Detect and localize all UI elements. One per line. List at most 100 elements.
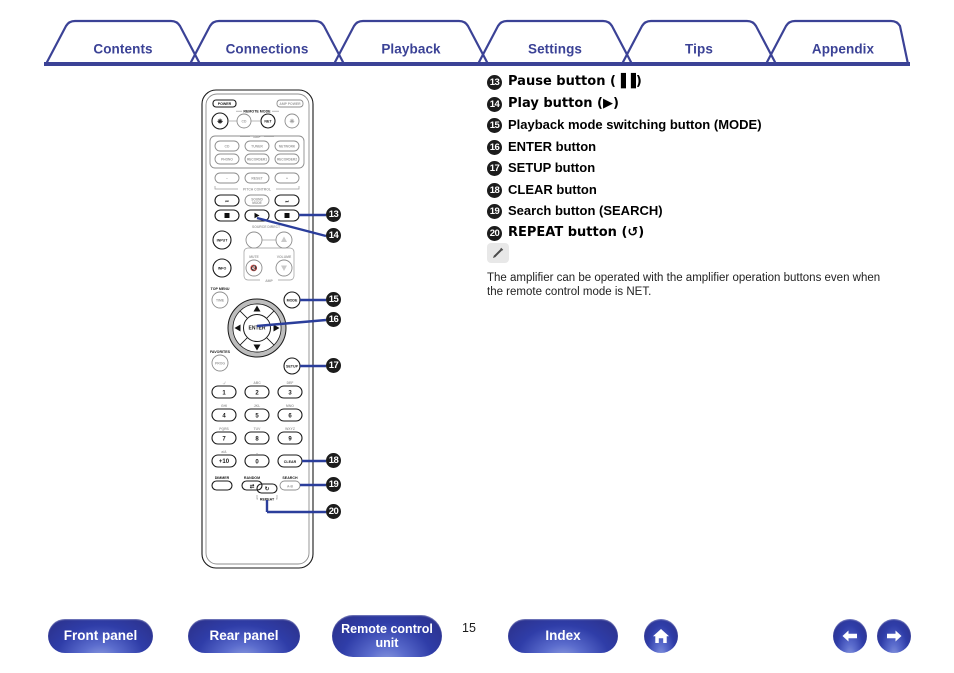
tab-contents[interactable]: Contents	[93, 42, 152, 57]
note-block: The amplifier can be operated with the a…	[487, 243, 907, 299]
svg-text:8: 8	[255, 437, 259, 443]
svg-text:AMP POWER: AMP POWER	[279, 102, 301, 106]
callout-18: 18	[326, 453, 341, 468]
svg-text:INFO: INFO	[218, 267, 227, 271]
callout-15: 15	[326, 292, 341, 307]
tab-tips[interactable]: Tips	[685, 42, 713, 57]
svg-text:TUV: TUV	[254, 427, 262, 431]
svg-text:⎈: ⎈	[290, 118, 295, 125]
item-label-search: Search button (SEARCH)	[508, 203, 663, 218]
svg-text:AMP: AMP	[253, 135, 261, 139]
tab-playback[interactable]: Playback	[381, 42, 440, 57]
rear-panel-button[interactable]: Rear panel	[188, 619, 300, 653]
note-text: The amplifier can be operated with the a…	[487, 272, 881, 298]
svg-text:TUNER: TUNER	[251, 145, 263, 149]
svg-text:ABC: ABC	[253, 381, 261, 385]
svg-text:PQRS: PQRS	[219, 427, 229, 431]
svg-text:CD: CD	[225, 145, 230, 149]
svg-text:REPEAT: REPEAT	[260, 497, 275, 501]
index-button[interactable]: Index	[508, 619, 618, 653]
remote-control-unit-label-line2: unit	[375, 636, 399, 650]
remote-control-unit-button[interactable]: Remote control unit	[332, 615, 442, 657]
svg-text:NETWORK: NETWORK	[279, 144, 296, 148]
svg-text:4: 4	[222, 414, 226, 420]
svg-text:9: 9	[288, 437, 292, 443]
svg-text:NET: NET	[264, 119, 272, 123]
svg-text:↻: ↻	[265, 486, 270, 493]
svg-text:🔇: 🔇	[250, 264, 258, 272]
callout-13: 13	[326, 207, 341, 222]
item-label-repeat: REPEAT button (↺)	[508, 224, 645, 240]
svg-text:1: 1	[222, 391, 226, 397]
svg-text:MODE: MODE	[252, 201, 262, 205]
button-description-list: 13 Pause button (▐▐) 14 Play button (▶) …	[487, 74, 917, 246]
svg-text:ENTER: ENTER	[249, 326, 266, 332]
svg-text:–: –	[226, 177, 228, 181]
svg-text:WXYZ: WXYZ	[285, 427, 295, 431]
callout-19: 19	[326, 477, 341, 492]
list-item: 19 Search button (SEARCH)	[487, 203, 917, 219]
svg-text:PHONO: PHONO	[221, 157, 233, 161]
list-item: 15 Playback mode switching button (MODE)	[487, 117, 917, 133]
callout-20: 20	[326, 504, 341, 519]
callout-16: 16	[326, 312, 341, 327]
svg-text:3: 3	[288, 391, 292, 397]
svg-text:MODE: MODE	[287, 298, 298, 302]
svg-text:2: 2	[255, 391, 259, 397]
svg-text:a/A: a/A	[221, 450, 227, 454]
svg-text:MNO: MNO	[286, 404, 294, 408]
tab-settings[interactable]: Settings	[528, 42, 582, 57]
item-bullet-17: 17	[487, 161, 502, 176]
home-icon	[653, 629, 669, 643]
list-item: 20 REPEAT button (↺)	[487, 225, 917, 241]
home-button[interactable]	[644, 619, 678, 653]
svg-text:0: 0	[255, 460, 259, 466]
item-label-enter: ENTER button	[508, 138, 597, 154]
svg-text:JKL: JKL	[254, 404, 260, 408]
list-item: 13 Pause button (▐▐)	[487, 74, 917, 90]
svg-text:VOLUME: VOLUME	[277, 255, 292, 259]
callout-17: 17	[326, 358, 341, 373]
svg-text:CD: CD	[242, 119, 247, 123]
svg-text:+10: +10	[219, 459, 230, 465]
next-page-button[interactable]	[877, 619, 911, 653]
tab-connections[interactable]: Connections	[226, 42, 309, 57]
page-number: 15	[462, 621, 476, 635]
svg-text:+: +	[286, 177, 288, 181]
svg-text:5: 5	[255, 414, 259, 420]
remote-control-unit-label-line1: Remote control	[341, 622, 433, 636]
arrow-right-icon	[887, 630, 902, 642]
svg-text:⎵: ⎵	[255, 450, 258, 454]
item-bullet-19: 19	[487, 204, 502, 219]
svg-text:REMOTE MODE: REMOTE MODE	[243, 110, 271, 114]
item-bullet-13: 13	[487, 75, 502, 90]
item-bullet-14: 14	[487, 96, 502, 112]
svg-text:6: 6	[288, 414, 292, 420]
item-bullet-15: 15	[487, 118, 502, 133]
list-item: 16 ENTER button	[487, 139, 917, 155]
svg-text:PROG: PROG	[215, 361, 225, 365]
arrow-left-icon	[842, 630, 857, 642]
svg-text:DEF: DEF	[287, 381, 294, 385]
svg-text:SOURCE DIRECT: SOURCE DIRECT	[252, 225, 281, 229]
svg-text:RECORDER1: RECORDER1	[247, 157, 267, 161]
svg-text:RESET: RESET	[251, 177, 263, 181]
svg-text:SEARCH: SEARCH	[282, 476, 298, 480]
svg-text:TOP MENU: TOP MENU	[211, 287, 230, 291]
item-label-clear: CLEAR button	[508, 181, 597, 197]
prev-page-button[interactable]	[833, 619, 867, 653]
bottom-navigation-bar: Front panel Rear panel Remote control un…	[0, 605, 954, 673]
item-label-play: Play button (▶)	[508, 95, 619, 111]
svg-text:SETUP: SETUP	[286, 364, 299, 368]
tab-appendix[interactable]: Appendix	[812, 42, 874, 57]
svg-text:AMP: AMP	[265, 279, 273, 283]
front-panel-button[interactable]: Front panel	[48, 619, 153, 653]
svg-text:CLEAR: CLEAR	[284, 460, 297, 464]
svg-text:⎈: ⎈	[217, 119, 223, 126]
list-item: 18 CLEAR button	[487, 182, 917, 198]
svg-text:A-B: A-B	[287, 484, 294, 488]
svg-text:FAVORITES: FAVORITES	[210, 350, 231, 354]
item-bullet-20: 20	[487, 225, 502, 241]
svg-text:⏮: ⏮	[225, 199, 229, 203]
top-tab-bar: Contents Connections Playback Settings T…	[44, 18, 910, 66]
